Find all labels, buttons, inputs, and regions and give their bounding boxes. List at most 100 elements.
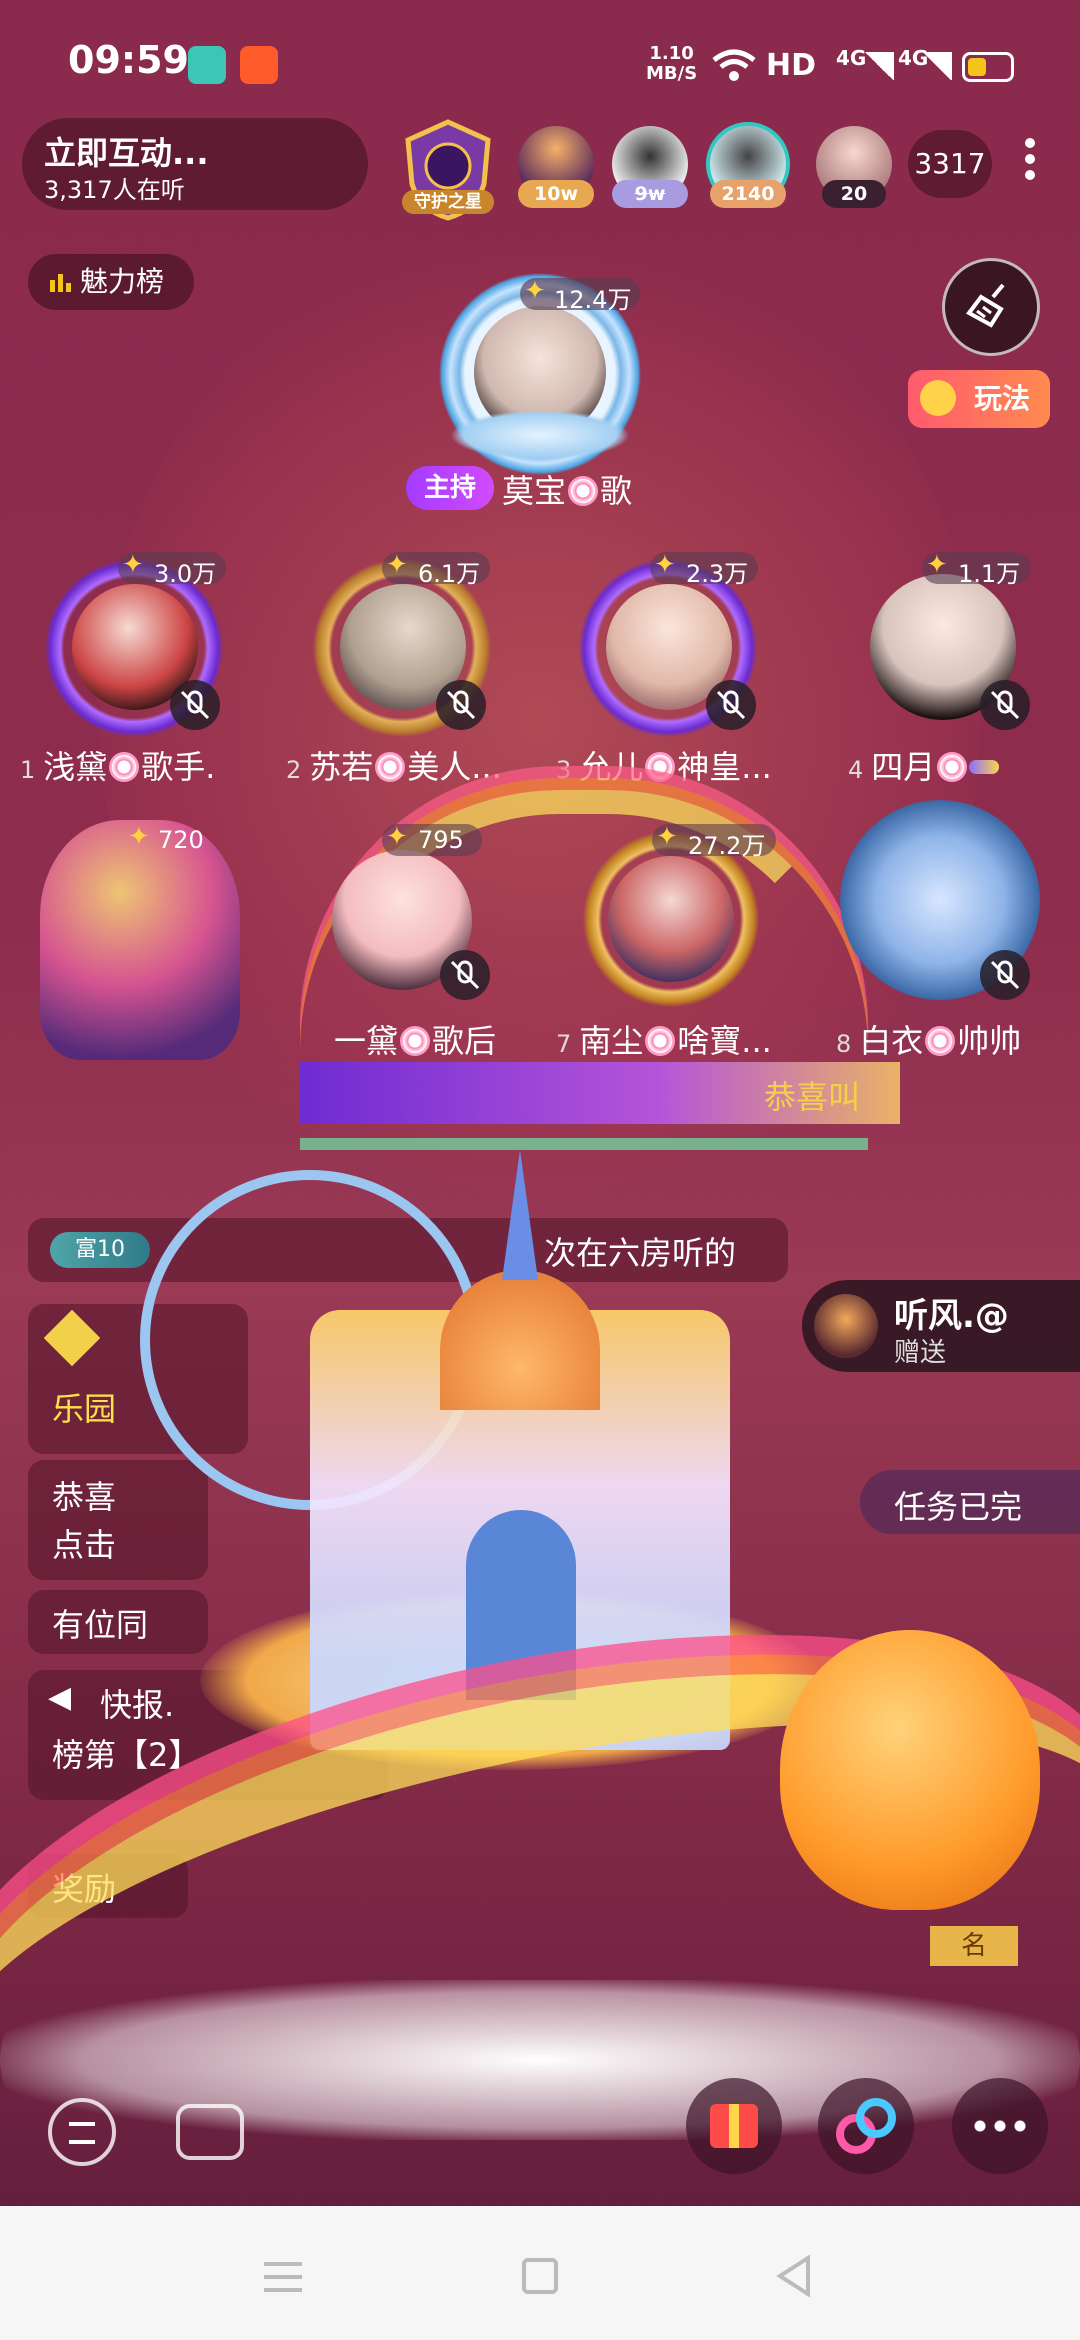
play-label: 玩法: [974, 382, 1031, 415]
signal-1-icon: [864, 52, 894, 80]
star-icon: ✦: [122, 550, 144, 580]
seat-3-number: 3: [556, 756, 572, 784]
seat-1-mic-muted-icon[interactable]: [170, 680, 220, 730]
congrats-banner: 恭喜叫: [300, 1062, 900, 1124]
seat-3-label[interactable]: 3 允儿 神皇...: [556, 742, 772, 788]
net-speed: 1.10 MB/S: [646, 44, 697, 84]
net-speed-value: 1.10: [649, 43, 694, 64]
wifi-icon: [712, 49, 756, 81]
seat-4-mic-muted-icon[interactable]: [980, 680, 1030, 730]
seat-7-suffix: 啥寶...: [677, 1022, 772, 1060]
seat-2-mic-muted-icon[interactable]: [436, 680, 486, 730]
seat-7-number: 7: [556, 1030, 572, 1058]
host-wings-icon: [450, 410, 630, 460]
task-notice-text: 任务已完: [894, 1488, 1023, 1526]
seat-3-name: 允儿: [579, 748, 644, 786]
charm-board-label: 魅力榜: [80, 265, 165, 298]
seat-5-score: ✦ 720: [128, 822, 208, 856]
guard-star-badge[interactable]: 守护之星: [396, 118, 500, 222]
net-speed-unit: MB/S: [646, 63, 698, 84]
chat-message-3-line-1: 恭喜: [52, 1478, 117, 1516]
menu-lines-icon: [69, 2122, 95, 2144]
status-time: 09:59: [68, 38, 189, 82]
chat-message-2-text: 乐园: [52, 1390, 117, 1428]
top-fan-badge-3: 2140: [710, 180, 786, 208]
play-button[interactable]: 玩法: [908, 370, 1050, 428]
seat-3-score: ✦ 2.3万: [650, 550, 758, 588]
host-score-value: 12.4万: [554, 286, 632, 314]
seat-7-score: ✦ 27.2万: [652, 822, 776, 860]
top-fan-badge-1: 10w: [518, 180, 594, 208]
seat-5-label[interactable]: 一黛 歌后: [334, 1016, 496, 1062]
clean-screen-button[interactable]: [942, 258, 1040, 356]
hd-label: HD: [766, 48, 817, 83]
gift-sender-name: 听风.@: [894, 1296, 1009, 1336]
seat-3-mic-muted-icon[interactable]: [706, 680, 756, 730]
more-options-button[interactable]: [952, 2078, 1048, 2174]
chat-message-3-line-2: 点击: [52, 1526, 117, 1564]
rank-tag-text: 名: [960, 1931, 987, 1961]
seat-1-suffix: 歌手.: [141, 748, 216, 786]
signal-1-label: 4G: [836, 46, 867, 70]
home-icon[interactable]: [522, 2258, 558, 2294]
seat-1-label[interactable]: 1 浅黛 歌手.: [20, 742, 215, 788]
lollipop-icon: [925, 1026, 956, 1056]
seat-7-label[interactable]: 7 南尘 啥寶...: [556, 1016, 772, 1062]
top-fan-badge-4: 20: [822, 180, 886, 208]
lollipop-icon: [645, 1026, 676, 1056]
megaphone-icon: ◀: [48, 1680, 72, 1715]
room-title[interactable]: 立即互动...: [44, 128, 208, 174]
gift-box-icon: [710, 2104, 758, 2148]
seat-2-name: 苏若: [309, 748, 374, 786]
seat-2-suffix: 美人...: [407, 748, 502, 786]
gift-button[interactable]: [686, 2078, 782, 2174]
seat-8-mic-muted-icon[interactable]: [980, 950, 1030, 1000]
seat-6-score: ✦ 795: [382, 822, 482, 856]
video-app-icon: [240, 46, 278, 84]
charm-board-button[interactable]: 魅力榜: [28, 254, 194, 310]
seat-4-name: 四月: [871, 748, 936, 786]
lollipop-icon: [568, 476, 599, 506]
lollipop-icon: [937, 752, 968, 782]
lollipop-icon: [109, 752, 140, 782]
seat-2-number: 2: [286, 756, 302, 784]
back-icon[interactable]: [774, 2254, 814, 2298]
star-icon: ✦: [386, 822, 408, 852]
recent-apps-icon[interactable]: [264, 2262, 302, 2292]
lollipop-icon: [375, 752, 406, 782]
host-tag: 主持: [406, 466, 494, 510]
top-fan-badge-2: 9w: [612, 180, 688, 208]
chat-app-icon: [188, 46, 226, 84]
star-icon: ✦: [926, 550, 948, 580]
seat-8-number: 8: [836, 1030, 852, 1058]
lollipop-icon: [400, 1026, 431, 1056]
cloud-decoration: [0, 1980, 1080, 2140]
seat-1-number: 1: [20, 756, 36, 784]
task-notice[interactable]: 任务已完: [860, 1470, 1080, 1534]
gift-notice[interactable]: 听风.@ 赠送: [802, 1280, 1080, 1372]
star-icon: ✦: [128, 822, 150, 852]
seat-5-score-value: 720: [158, 826, 204, 854]
seat-4-score: ✦ 1.1万: [922, 550, 1030, 588]
seat-7-avatar[interactable]: [608, 856, 734, 982]
seat-6-mic-muted-icon[interactable]: [440, 950, 490, 1000]
host-name[interactable]: 莫宝歌: [502, 466, 632, 512]
chat-input-button[interactable]: [176, 2104, 244, 2160]
status-bar: 09:59 1.10 MB/S HD 4G 4G: [0, 0, 1080, 110]
seat-2-label[interactable]: 2 苏若 美人...: [286, 742, 502, 788]
seat-8-label[interactable]: 8 白衣 帅帅: [836, 1016, 1021, 1062]
emoji-button[interactable]: [48, 2098, 116, 2166]
seat-4-number: 4: [848, 756, 864, 784]
seat-8-suffix: 帅帅: [957, 1022, 1022, 1060]
link-mic-button[interactable]: [818, 2078, 914, 2174]
seat-4-label[interactable]: 4 四月: [848, 742, 1000, 788]
more-menu-icon[interactable]: [1020, 132, 1040, 196]
room-listener-count: 3,317人在听: [44, 176, 185, 204]
seat-8-name: 白衣: [859, 1022, 924, 1060]
host-name-text: 莫宝: [502, 472, 567, 510]
ellipsis-icon: [974, 2120, 1026, 2132]
seat-5-name: 一黛: [334, 1022, 399, 1060]
online-count-button[interactable]: 3317: [908, 130, 992, 198]
seat-4-score-value: 1.1万: [958, 560, 1021, 588]
battery-icon: [962, 52, 1014, 82]
